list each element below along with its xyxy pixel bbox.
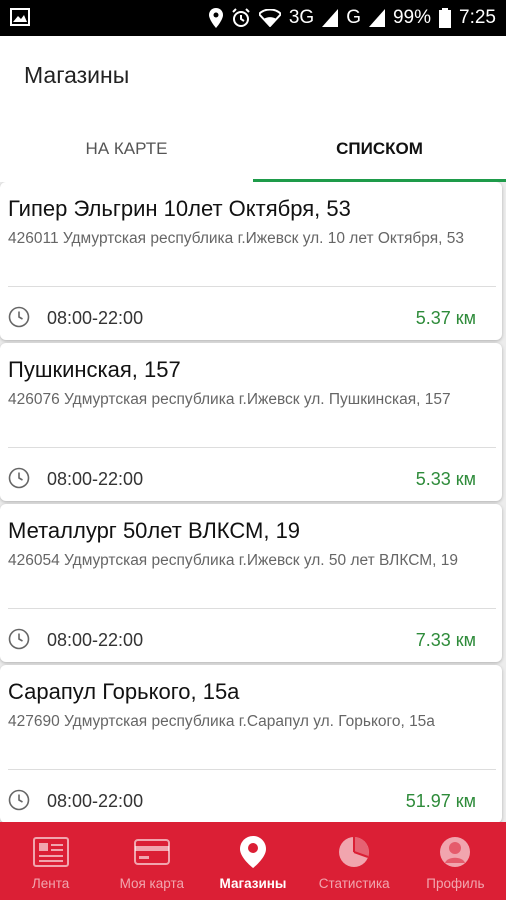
profile-icon bbox=[436, 834, 474, 870]
store-hours: 08:00-22:00 bbox=[47, 308, 144, 328]
nav-item-feed[interactable]: Лента bbox=[0, 822, 101, 900]
divider bbox=[8, 769, 496, 770]
carrier-type: G bbox=[346, 7, 361, 28]
store-card[interactable]: Пушкинская, 157 426076 Удмуртская респуб… bbox=[0, 343, 502, 501]
store-hours: 08:00-22:00 bbox=[47, 469, 144, 489]
store-hours: 08:00-22:00 bbox=[47, 791, 144, 811]
nav-item-stores[interactable]: Магазины bbox=[202, 822, 303, 900]
store-distance: 51.97 км bbox=[405, 791, 476, 811]
network-type: 3G bbox=[288, 7, 315, 28]
nav-item-profile[interactable]: Профиль bbox=[405, 822, 506, 900]
nav-label: Магазины bbox=[219, 876, 287, 891]
nav-item-my-card[interactable]: Моя карта bbox=[101, 822, 202, 900]
store-address: 426011 Удмуртская республика г.Ижевск ул… bbox=[8, 230, 464, 247]
store-name: Сарапул Горького, 15а bbox=[8, 679, 240, 704]
store-address: 427690 Удмуртская республика г.Сарапул у… bbox=[8, 713, 435, 730]
image-notification-icon bbox=[10, 8, 30, 26]
tab-bar: НА КАРТЕ СПИСКОМ bbox=[0, 116, 506, 182]
store-address: 426076 Удмуртская республика г.Ижевск ул… bbox=[8, 391, 451, 408]
divider bbox=[8, 447, 496, 448]
page-title: Магазины bbox=[24, 62, 130, 88]
wifi-icon bbox=[258, 9, 281, 27]
location-icon bbox=[208, 8, 223, 28]
bottom-navigation: Лента Моя карта Магазины Статистика Проф… bbox=[0, 822, 506, 900]
clock-icon bbox=[8, 628, 30, 650]
alarm-icon bbox=[231, 8, 251, 28]
battery-percent: 99% bbox=[392, 7, 432, 28]
battery-icon bbox=[439, 8, 452, 28]
store-hours: 08:00-22:00 bbox=[47, 630, 144, 650]
tab-list[interactable]: СПИСКОМ bbox=[253, 116, 506, 182]
store-distance: 5.37 км bbox=[415, 308, 476, 328]
feed-icon bbox=[32, 834, 70, 870]
signal-icon-2 bbox=[368, 9, 385, 27]
store-card[interactable]: Гипер Эльгрин 10лет Октября, 53 426011 У… bbox=[0, 182, 502, 340]
status-bar: 3G G 99% 7:25 bbox=[0, 0, 506, 36]
nav-label: Профиль bbox=[426, 876, 485, 891]
divider bbox=[8, 608, 496, 609]
store-card[interactable]: Сарапул Горького, 15а 427690 Удмуртская … bbox=[0, 665, 502, 822]
nav-label: Статистика bbox=[318, 876, 390, 891]
nav-label: Лента bbox=[31, 876, 70, 891]
store-name: Гипер Эльгрин 10лет Октября, 53 bbox=[8, 196, 351, 221]
store-card[interactable]: Металлург 50лет ВЛКСМ, 19 426054 Удмуртс… bbox=[0, 504, 502, 662]
location-pin-icon bbox=[234, 834, 272, 870]
store-distance: 7.33 км bbox=[415, 630, 476, 650]
card-icon bbox=[133, 834, 171, 870]
divider bbox=[8, 286, 496, 287]
store-address: 426054 Удмуртская республика г.Ижевск ул… bbox=[8, 552, 458, 569]
store-list[interactable]: Гипер Эльгрин 10лет Октября, 53 426011 У… bbox=[0, 182, 506, 822]
nav-label: Моя карта bbox=[119, 876, 185, 891]
clock-icon bbox=[8, 467, 30, 489]
clock-icon bbox=[8, 789, 30, 811]
clock-icon bbox=[8, 306, 30, 328]
signal-icon bbox=[322, 9, 339, 27]
nav-item-statistics[interactable]: Статистика bbox=[304, 822, 405, 900]
store-name: Пушкинская, 157 bbox=[8, 357, 181, 382]
store-distance: 5.33 км bbox=[415, 469, 476, 489]
app-bar: Магазины bbox=[0, 36, 506, 116]
clock-time: 7:25 bbox=[459, 7, 496, 28]
tab-on-map[interactable]: НА КАРТЕ bbox=[0, 116, 253, 182]
store-name: Металлург 50лет ВЛКСМ, 19 bbox=[8, 518, 301, 543]
pie-chart-icon bbox=[335, 834, 373, 870]
